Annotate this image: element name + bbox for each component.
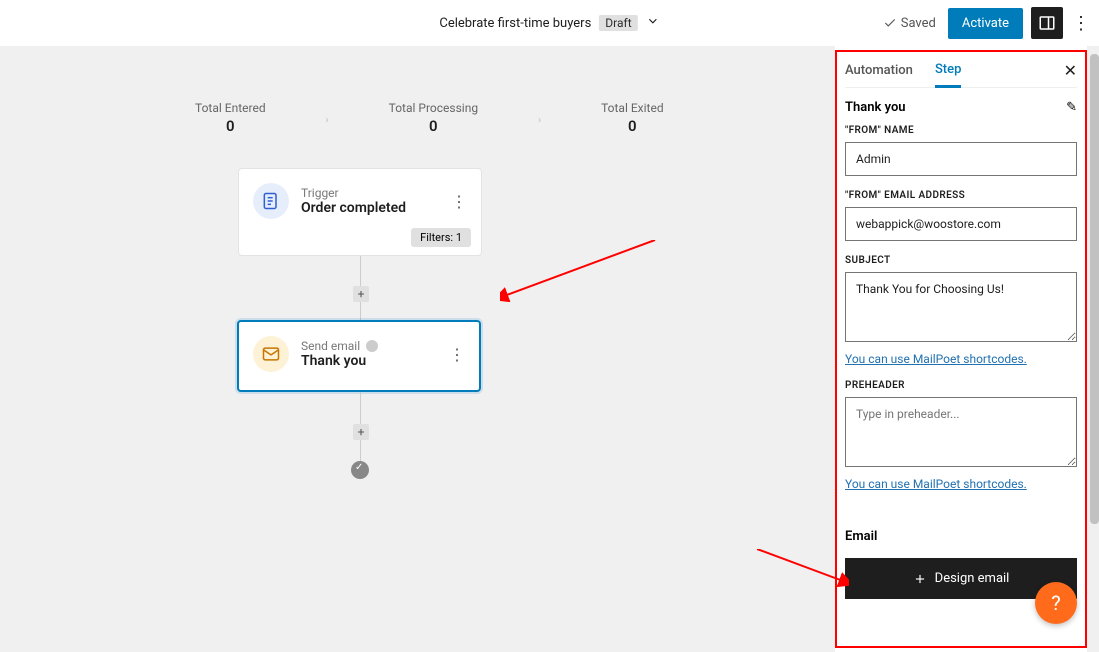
stat-processing: Total Processing 0 xyxy=(389,101,478,135)
status-dot-icon xyxy=(366,340,378,352)
saved-label: Saved xyxy=(901,16,936,31)
card-title: Thank you xyxy=(301,353,433,369)
from-email-input[interactable] xyxy=(845,207,1077,241)
end-node-icon xyxy=(351,461,369,479)
envelope-icon xyxy=(253,336,289,372)
automation-title: Celebrate first-time buyers xyxy=(439,16,591,31)
subject-input[interactable] xyxy=(845,272,1077,342)
kebab-menu-icon[interactable]: ⋮ xyxy=(445,345,469,364)
toolbar-right: Saved Activate ⋮ xyxy=(883,7,1091,39)
add-step-button[interactable]: + xyxy=(353,286,369,302)
chevron-down-icon[interactable] xyxy=(646,14,660,32)
add-step-button[interactable]: + xyxy=(353,424,369,440)
email-section-heading: Email xyxy=(845,529,1077,544)
title-area: Celebrate first-time buyers Draft xyxy=(439,14,659,32)
from-name-label: "FROM" NAME xyxy=(845,125,1077,136)
trigger-icon xyxy=(253,183,289,219)
from-name-input[interactable] xyxy=(845,142,1077,176)
settings-sidebar: Automation Step ✕ Thank you ✎ "FROM" NAM… xyxy=(835,46,1087,652)
saved-indicator: Saved xyxy=(883,16,940,31)
preheader-input[interactable] xyxy=(845,397,1077,467)
stat-entered: Total Entered 0 xyxy=(195,101,266,135)
kebab-menu-icon[interactable]: ⋮ xyxy=(1071,13,1091,34)
subject-label: SUBJECT xyxy=(845,255,1077,266)
panel-toggle-button[interactable] xyxy=(1031,7,1063,39)
card-label: Send email xyxy=(301,339,433,353)
card-title: Order completed xyxy=(301,200,435,216)
design-email-label: Design email xyxy=(935,571,1010,586)
email-step-card[interactable]: Send email Thank you ⋮ xyxy=(237,320,481,392)
plus-icon xyxy=(913,572,927,586)
status-badge: Draft xyxy=(599,15,637,31)
chevron-right-icon: › xyxy=(326,115,329,126)
stats-row: Total Entered 0 › Total Processing 0 › T… xyxy=(195,101,664,135)
stat-exited: Total Exited 0 xyxy=(601,101,664,135)
preheader-label: PREHEADER xyxy=(845,380,1077,391)
shortcodes-link[interactable]: You can use MailPoet shortcodes. xyxy=(845,352,1077,366)
scrollbar[interactable] xyxy=(1090,54,1099,524)
edit-icon[interactable]: ✎ xyxy=(1066,100,1077,115)
shortcodes-link[interactable]: You can use MailPoet shortcodes. xyxy=(845,477,1077,491)
step-name: Thank you xyxy=(845,100,906,115)
tab-step[interactable]: Step xyxy=(935,54,961,88)
card-label: Trigger xyxy=(301,186,435,200)
close-icon[interactable]: ✕ xyxy=(1064,61,1077,80)
filters-badge[interactable]: Filters: 1 xyxy=(411,228,471,247)
activate-button[interactable]: Activate xyxy=(948,8,1023,39)
from-email-label: "FROM" EMAIL ADDRESS xyxy=(845,190,1077,201)
help-button[interactable]: ? xyxy=(1035,582,1077,624)
sidebar-tabs: Automation Step ✕ xyxy=(845,54,1077,88)
tab-automation[interactable]: Automation xyxy=(845,55,913,86)
top-toolbar: Celebrate first-time buyers Draft Saved … xyxy=(0,0,1099,46)
trigger-card[interactable]: Trigger Order completed ⋮ Filters: 1 xyxy=(238,168,482,256)
kebab-menu-icon[interactable]: ⋮ xyxy=(447,192,471,211)
chevron-right-icon: › xyxy=(538,115,541,126)
